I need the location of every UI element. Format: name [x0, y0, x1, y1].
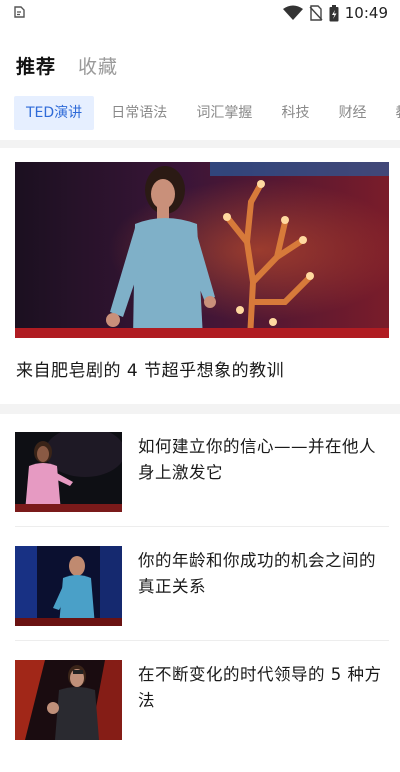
clock-time: 10:49 [344, 4, 388, 22]
category-tab-ted[interactable]: TED演讲 [14, 96, 95, 130]
status-bar: 10:49 [0, 0, 400, 26]
category-tab-grammar[interactable]: 日常语法 [99, 96, 179, 130]
divider [0, 140, 400, 148]
tab-favorites[interactable]: 收藏 [78, 52, 118, 79]
article-title: 在不断变化的时代领导的 5 种方法 [138, 665, 382, 710]
article-thumbnail [15, 546, 122, 626]
category-tab-education[interactable]: 教育 [384, 96, 400, 130]
list-item[interactable]: 如何建立你的信心——并在他人身上激发它 [0, 432, 400, 544]
category-tabs: TED演讲 日常语法 词汇掌握 科技 财经 教育 [14, 96, 400, 130]
featured-thumbnail[interactable] [15, 162, 389, 338]
tab-recommended[interactable]: 推荐 [16, 52, 56, 79]
article-thumbnail [15, 660, 122, 740]
category-tab-vocabulary[interactable]: 词汇掌握 [184, 96, 264, 130]
list-item[interactable]: 在不断变化的时代领导的 5 种方法 [0, 660, 400, 772]
divider [0, 404, 400, 414]
divider [15, 640, 389, 641]
notification-icon [14, 6, 25, 18]
wifi-icon [282, 5, 303, 20]
article-title: 你的年龄和你成功的机会之间的真正关系 [138, 551, 376, 596]
main-tabs: 推荐 收藏 [16, 52, 118, 79]
article-title: 如何建立你的信心——并在他人身上激发它 [138, 437, 376, 482]
category-tab-technology[interactable]: 科技 [269, 96, 321, 130]
battery-icon [329, 4, 339, 21]
category-tab-finance[interactable]: 财经 [327, 96, 379, 130]
divider [15, 526, 389, 527]
article-thumbnail [15, 432, 122, 512]
featured-title[interactable]: 来自肥皂剧的 4 节超乎想象的教训 [16, 356, 284, 381]
list-item[interactable]: 你的年龄和你成功的机会之间的真正关系 [0, 546, 400, 658]
no-sim-icon [309, 5, 323, 21]
